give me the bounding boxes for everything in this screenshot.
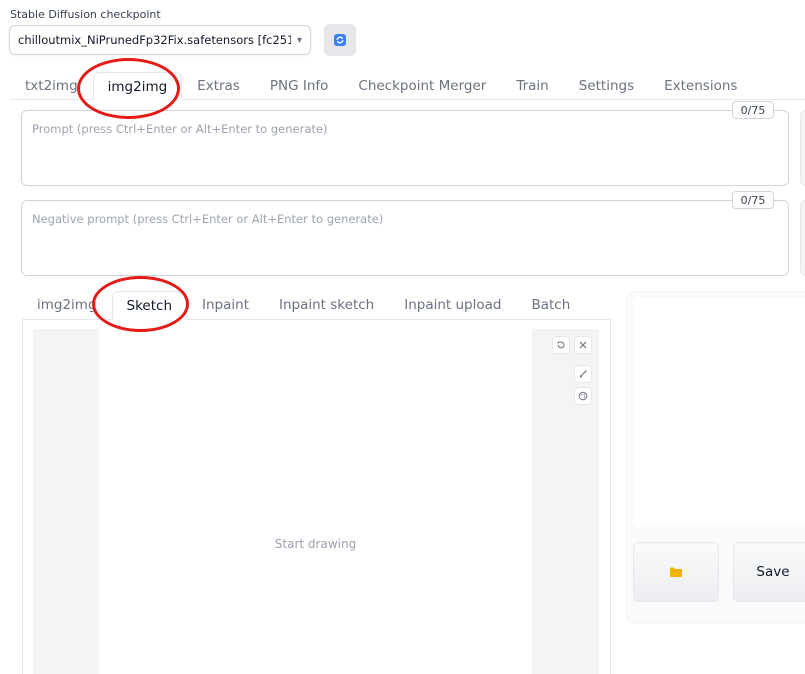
- checkpoint-value: chilloutmix_NiPrunedFp32Fix.safetensors …: [18, 33, 291, 47]
- tab-train[interactable]: Train: [501, 72, 563, 100]
- open-folder-button[interactable]: [633, 542, 719, 602]
- prompt-input[interactable]: Prompt (press Ctrl+Enter or Alt+Enter to…: [21, 110, 789, 186]
- img2img-mode-tabs: img2img Sketch Inpaint Inpaint sketch In…: [22, 291, 585, 320]
- folder-icon: [670, 567, 682, 577]
- main-tabs: txt2img img2img Extras PNG Info Checkpoi…: [10, 72, 752, 100]
- subtab-batch[interactable]: Batch: [516, 291, 585, 320]
- tab-extensions[interactable]: Extensions: [649, 72, 752, 100]
- tab-txt2img[interactable]: txt2img: [10, 72, 93, 100]
- prompt-placeholder: Prompt (press Ctrl+Enter or Alt+Enter to…: [32, 122, 328, 136]
- tab-checkpoint-merger[interactable]: Checkpoint Merger: [343, 72, 501, 100]
- brush-button[interactable]: [574, 365, 592, 383]
- subtab-inpaint-upload[interactable]: Inpaint upload: [389, 291, 516, 320]
- refresh-checkpoint-button[interactable]: [324, 24, 356, 56]
- color-palette-button[interactable]: [574, 387, 592, 405]
- start-drawing-hint: Start drawing: [274, 537, 357, 551]
- tab-png-info[interactable]: PNG Info: [255, 72, 344, 100]
- output-gallery: [633, 298, 805, 527]
- prompt-token-counter: 0/75: [732, 101, 774, 119]
- brush-icon: [579, 370, 587, 378]
- styles-panel-edge: [800, 200, 805, 276]
- chevron-down-icon: ▾: [296, 34, 302, 46]
- generate-panel-edge: [800, 110, 805, 186]
- subtab-sketch[interactable]: Sketch: [111, 291, 188, 320]
- undo-icon: [557, 341, 565, 349]
- clear-button[interactable]: [574, 336, 592, 354]
- refresh-icon: [334, 34, 346, 46]
- subtab-img2img[interactable]: img2img: [22, 291, 112, 320]
- tab-settings[interactable]: Settings: [564, 72, 649, 100]
- close-icon: [579, 341, 587, 349]
- negative-prompt-input[interactable]: Negative prompt (press Ctrl+Enter or Alt…: [21, 200, 789, 276]
- subtab-inpaint-sketch[interactable]: Inpaint sketch: [264, 291, 389, 320]
- checkpoint-label: Stable Diffusion checkpoint: [10, 8, 161, 21]
- sketch-canvas[interactable]: [99, 329, 532, 674]
- palette-icon: [578, 391, 588, 401]
- tab-img2img[interactable]: img2img: [92, 72, 183, 100]
- checkpoint-dropdown[interactable]: chilloutmix_NiPrunedFp32Fix.safetensors …: [9, 25, 311, 55]
- negative-prompt-placeholder: Negative prompt (press Ctrl+Enter or Alt…: [32, 212, 384, 226]
- save-button[interactable]: Save: [733, 542, 805, 602]
- undo-button[interactable]: [552, 336, 570, 354]
- negative-prompt-token-counter: 0/75: [732, 191, 774, 209]
- subtab-inpaint[interactable]: Inpaint: [187, 291, 264, 320]
- tab-extras[interactable]: Extras: [182, 72, 255, 100]
